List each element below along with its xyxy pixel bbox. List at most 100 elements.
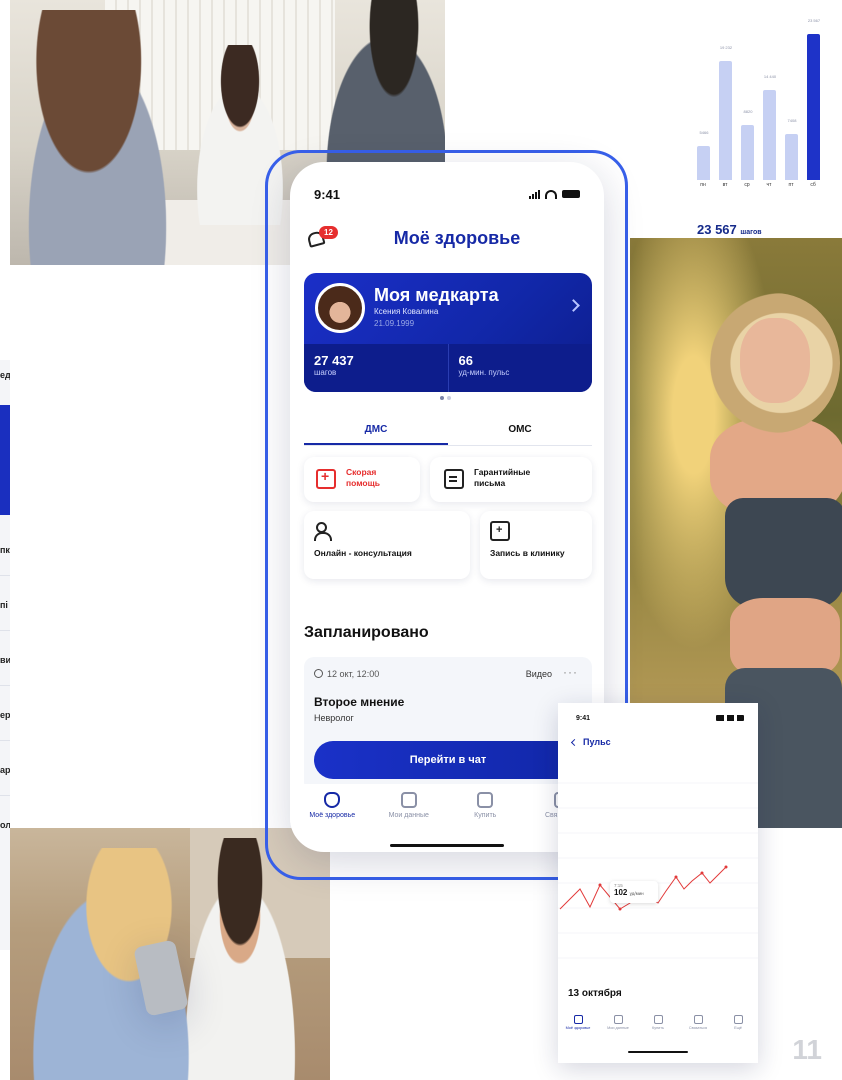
photo-patient-woman [10,10,185,265]
medcard-card[interactable]: Моя медкарта Ксения Ковалина 21.09.1999 … [304,273,592,392]
tab-dms[interactable]: ДМС [304,414,448,445]
steps-bar-value: 5466 [699,130,709,135]
ambulance-tile[interactable]: Скорая помощь [304,457,420,502]
steps-bar[interactable] [807,34,820,180]
steps-bar-value: 8820 [743,109,753,114]
steps-day-label: пт [788,182,794,188]
steps-day-label: чт [766,182,772,188]
status-time: 9:41 [314,186,341,202]
insurance-tabs: ДМС ОМС [304,414,592,446]
pulse-back-label: Пульс [583,737,611,747]
clinic-booking-tile[interactable]: Запись в клинику [480,511,592,579]
fragment-divider [0,575,10,576]
pulse-tab-label: Ещё [734,1026,742,1030]
avatar [315,283,365,333]
steps-day-label: пн [700,182,706,188]
wifi-icon [545,189,557,199]
steps-bar[interactable] [697,146,710,180]
tab-my-data[interactable]: Мои данные [371,784,448,836]
steps-bar-value: 19 232 [719,45,733,50]
steps-bar[interactable] [719,61,732,180]
appointment-datetime-text: 12 окт, 12:00 [327,669,380,679]
online-consultation-tile[interactable]: Онлайн - консультация [304,511,470,579]
status-icons [529,189,580,199]
appointment-card[interactable]: 12 окт, 12:00 Видео ··· Второе мнение Не… [304,657,592,792]
page-title: Моё здоровье [393,228,521,248]
pulse-tab-more[interactable]: Ещё [718,1015,758,1045]
pulse-tab-label: Мои данные [607,1026,629,1030]
fragment-text: ар [0,765,10,775]
pulse-stat: 66 уд-мин. пульс [447,344,593,392]
pulse-tab-data[interactable]: Мои данные [598,1015,638,1045]
fragment-divider [0,795,10,796]
steps-bar-value: 14 440 [763,74,777,79]
main-phone-screen: 9:41 12 Моё здоровье Моя медкарта Ксения… [290,162,604,852]
tab-label: Моё здоровье [309,812,356,819]
cart-icon [653,1015,663,1024]
appointment-title: Второе мнение [314,695,405,709]
clipboard-icon [400,792,417,808]
pulse-tabbar: Моё здоровье Мои данные Купить Связаться… [558,1015,758,1045]
chevron-left-icon [570,738,579,747]
fragment-text: пк [0,545,10,555]
pulse-screen: 9:41 Пульс 7:15 102 уд/мин 13 октября Мо… [558,703,758,1063]
heart-pulse-icon [324,792,341,808]
status-bar: 9:41 [314,186,580,202]
pulse-line-chart [558,782,758,959]
fragment-text: ед [0,370,10,380]
fragment-blue-card [0,405,10,515]
medcard-patient-name: Ксения Ковалина [374,307,439,316]
fragment-text: ер [0,710,10,720]
clipboard-icon [613,1015,623,1024]
steps-bar[interactable] [741,125,754,180]
tab-my-health[interactable]: Моё здоровье [294,784,371,836]
guarantee-letters-label: Гарантийные письма [474,467,531,489]
chat-icon [693,1015,703,1024]
document-icon [444,469,464,489]
pulse-stat-value: 66 [458,353,473,368]
fragment-divider [0,630,10,631]
steps-bar-value: 7408 [787,118,797,123]
clipboard-plus-icon [490,521,510,541]
steps-bar-chart: 5466 19 232 8820 14 440 7408 23 567 [693,15,842,180]
bottom-tabbar: Моё здоровье Мои данные Купить Связаться [290,784,604,836]
appointment-specialist: Невролог [314,713,354,723]
home-indicator [628,1051,688,1053]
more-options-icon[interactable]: ··· [563,665,578,679]
clock-icon [314,669,323,678]
tab-label: Купить [474,812,497,819]
status-icons [716,715,744,721]
fragment-text: ви [0,655,10,665]
ambulance-icon [316,468,336,489]
guarantee-letters-tile[interactable]: Гарантийные письма [430,457,592,502]
steps-bar[interactable] [785,134,798,180]
tab-oms[interactable]: ОМС [448,414,592,445]
steps-stat: 27 437 шагов [304,344,448,392]
tab-buy[interactable]: Купить [447,784,524,836]
steps-total-number: 23 567 [697,222,737,237]
carousel-dots [440,396,451,400]
chevron-right-icon [567,299,580,312]
fragment-text: ол [0,820,10,830]
pulse-tab-label: Связаться [688,1026,708,1030]
steps-day-label: ср [744,182,750,188]
pulse-back-button[interactable]: Пульс [570,737,611,747]
photo-runner-torso [730,598,840,678]
pulse-tab-label: Моё здоровье [565,1026,591,1030]
pulse-tooltip-unit: уд/мин [629,891,644,896]
pulse-tooltip-value: 102 уд/мин [614,888,654,897]
steps-stat-label: шагов [314,368,337,377]
pulse-tab-buy[interactable]: Купить [638,1015,678,1045]
medcard-birthdate: 21.09.1999 [374,319,415,328]
pulse-tab-health[interactable]: Моё здоровье [558,1015,598,1045]
go-to-chat-button[interactable]: Перейти в чат [314,741,582,779]
steps-day-label: вт [722,182,728,188]
appointment-datetime: 12 окт, 12:00 [314,669,379,679]
pulse-tab-contact[interactable]: Связаться [678,1015,718,1045]
steps-day-label: сб [810,182,816,188]
photo-runner-sports-top [725,498,842,608]
signal-icon [529,189,540,199]
steps-total-unit: шагов [740,229,762,236]
steps-bar[interactable] [763,90,776,180]
grid-icon [733,1015,743,1024]
